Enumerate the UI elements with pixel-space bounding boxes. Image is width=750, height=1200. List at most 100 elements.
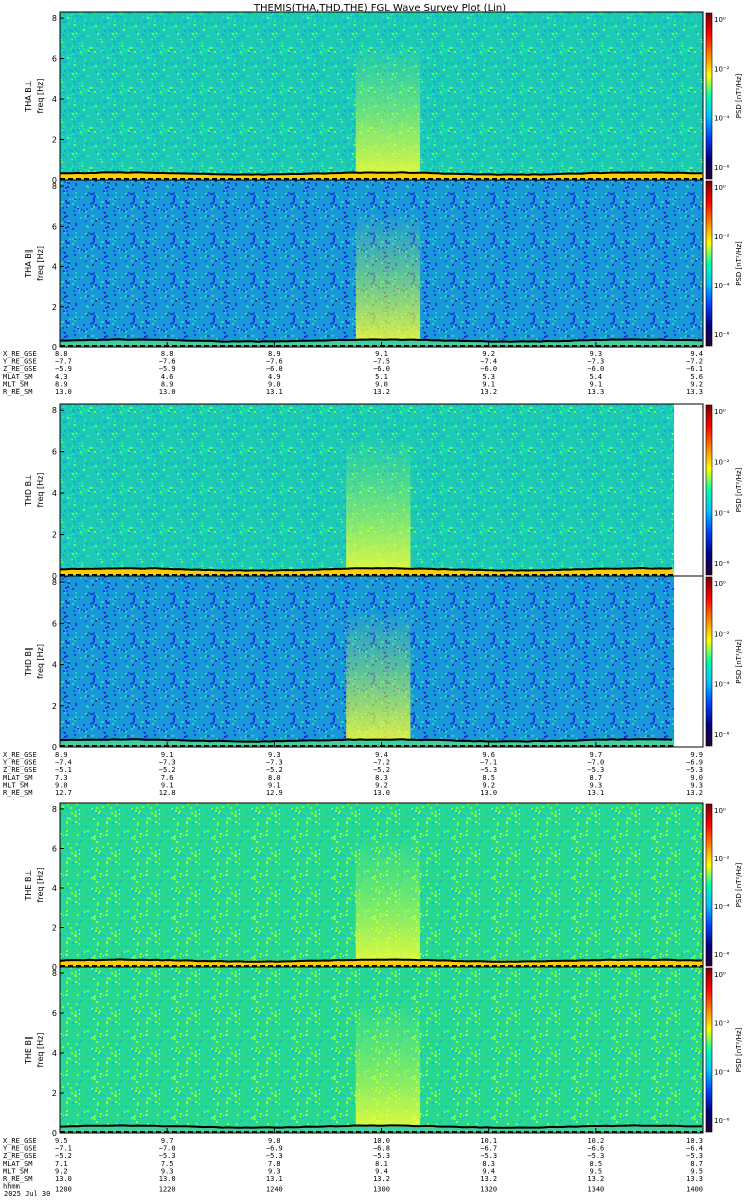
y-tick-label: 2 <box>52 303 57 312</box>
colorbar-label: PSD [nT²/Hz] <box>735 862 743 907</box>
y-tick-label: 8 <box>52 14 57 23</box>
wave-burst-region <box>355 213 421 347</box>
probe-thd-block: 02468THD B⊥ freq [Hz]10⁰10⁻²10⁻⁴10⁻⁶PSD [… <box>3 403 743 797</box>
wave-burst-region <box>346 610 411 747</box>
time-tick-label: 1320 <box>480 1186 497 1194</box>
colorbar-tick-label: 10⁻² <box>714 1020 730 1028</box>
spectrogram-panel: 02468THA B⊥ freq [Hz]10⁰10⁻²10⁻⁴10⁻⁶PSD [… <box>24 11 743 185</box>
panel-name-label: THD B∥ <box>24 647 33 677</box>
y-tick-label: 8 <box>52 578 57 587</box>
ephemeris-value: 12.8 <box>159 789 176 797</box>
colorbar-label: PSD [nT²/Hz] <box>735 467 743 512</box>
y-tick-label: 2 <box>52 136 57 145</box>
ephemeris-value: 13.1 <box>587 789 604 797</box>
colorbar: 10⁰ 10⁻² 10⁻⁴ 10⁻⁶ PSD [nT²/Hz] <box>705 404 743 576</box>
ephemeris-table: X_RE_GSE 9.5 9.7 9.8 10.0 10.1 10.2 10.3Y_RE_GS… <box>3 1137 703 1194</box>
colorbar-tick-label: 10⁰ <box>714 807 726 815</box>
y-axis-label: freq [Hz] <box>36 644 45 679</box>
date-label: 2025 Jul 30 <box>4 1190 50 1198</box>
colorbar-tick-label: 10⁻⁴ <box>714 282 730 290</box>
spectrogram-panel: 02468THA B∥ freq [Hz]10⁰10⁻²10⁻⁴10⁻⁶PSD [… <box>24 179 743 352</box>
y-tick-label: 8 <box>52 182 57 191</box>
wave-burst-region <box>355 1000 421 1133</box>
y-tick-label: 4 <box>52 263 57 272</box>
colorbar-tick-label: 10⁻² <box>714 65 730 73</box>
y-tick-label: 6 <box>52 448 57 457</box>
colorbar-scale <box>705 967 713 1133</box>
colorbar-tick-label: 10⁻⁶ <box>714 164 730 172</box>
time-tick-label: 1240 <box>266 1186 283 1194</box>
panel-name-label: THE B∥ <box>24 1036 33 1065</box>
y-tick-label: 6 <box>52 1009 57 1018</box>
ephemeris-value: 13.2 <box>480 388 497 396</box>
ephemeris-value: 13.2 <box>686 789 703 797</box>
wave-burst-region <box>346 438 411 576</box>
colorbar-tick-label: 10⁻⁴ <box>714 115 730 123</box>
colorbar-tick-label: 10⁻⁶ <box>714 1117 730 1125</box>
y-tick-label: 8 <box>52 969 57 978</box>
y-tick-label: 6 <box>52 222 57 231</box>
ephemeris-value: 13.2 <box>480 1175 497 1183</box>
time-tick-label: 1220 <box>159 1186 176 1194</box>
colorbar-scale <box>705 404 713 576</box>
y-tick-label: 8 <box>52 406 57 415</box>
ephemeris-value: 13.3 <box>686 1175 703 1183</box>
wave-burst-region <box>355 45 421 180</box>
panel-name-label: THD B⊥ <box>24 474 33 507</box>
y-axis-label: freq [Hz] <box>36 1033 45 1068</box>
ephemeris-value: 13.0 <box>55 1175 72 1183</box>
y-tick-label: 6 <box>52 844 57 853</box>
colorbar-tick-label: 10⁻⁴ <box>714 903 730 911</box>
ephemeris-value: 13.1 <box>266 1175 283 1183</box>
colorbar: 10⁰ 10⁻² 10⁻⁴ 10⁻⁶ PSD [nT²/Hz] <box>705 180 743 347</box>
y-tick-label: 8 <box>52 805 57 814</box>
colorbar: 10⁰ 10⁻² 10⁻⁴ 10⁻⁶ PSD [nT²/Hz] <box>705 967 743 1133</box>
colorbar-label: PSD [nT²/Hz] <box>735 639 743 684</box>
colorbar-tick-label: 10⁻⁶ <box>714 331 730 339</box>
ephemeris-value: 13.0 <box>480 789 497 797</box>
time-tick-label: 1300 <box>373 1186 390 1194</box>
wave-survey-figure: THEMIS(THA,THD,THE) FGL Wave Survey Plot… <box>3 3 743 1198</box>
ephemeris-table: X_RE_GSE 8.9 9.1 9.3 9.4 9.6 9.7 9.9Y_RE_GSE −7.… <box>3 751 703 797</box>
colorbar-tick-label: 10⁰ <box>714 971 726 979</box>
colorbar-tick-label: 10⁻⁴ <box>714 509 730 517</box>
y-tick-label: 4 <box>52 95 57 104</box>
y-tick-label: 4 <box>52 489 57 498</box>
y-axis-label: freq [Hz] <box>36 246 45 281</box>
colorbar-tick-label: 10⁰ <box>714 16 726 24</box>
colorbar-label: PSD [nT²/Hz] <box>735 73 743 118</box>
colorbar: 10⁰ 10⁻² 10⁻⁴ 10⁻⁶ PSD [nT²/Hz] <box>705 576 743 747</box>
ephemeris-value: 13.0 <box>373 789 390 797</box>
y-axis-label: freq [Hz] <box>36 79 45 114</box>
colorbar-tick-label: 10⁰ <box>714 184 726 192</box>
time-tick-label: 1400 <box>686 1186 703 1194</box>
spectrogram-panel: 02468THE B⊥ freq [Hz]10⁰10⁻²10⁻⁴10⁻⁶PSD [… <box>24 802 743 972</box>
y-tick-label: 2 <box>52 702 57 711</box>
ephemeris-value: 13.3 <box>587 388 604 396</box>
ephemeris-value: 13.2 <box>373 1175 390 1183</box>
ephemeris-value: 13.0 <box>159 388 176 396</box>
colorbar-scale <box>705 576 713 747</box>
ephemeris-value: 13.3 <box>686 388 703 396</box>
colorbar-tick-label: 10⁻² <box>714 630 730 638</box>
wave-burst-region <box>355 835 421 967</box>
ephemeris-value: 13.1 <box>266 388 283 396</box>
y-tick-label: 2 <box>52 1089 57 1098</box>
colorbar-tick-label: 10⁻⁶ <box>714 951 730 959</box>
colorbar-scale <box>705 180 713 347</box>
spectrogram-panel: 02468THD B⊥ freq [Hz]10⁰10⁻²10⁻⁴10⁻⁶PSD [… <box>24 403 743 581</box>
colorbar-tick-label: 10⁻⁴ <box>714 681 730 689</box>
y-tick-label: 4 <box>52 1049 57 1058</box>
colorbar: 10⁰ 10⁻² 10⁻⁴ 10⁻⁶ PSD [nT²/Hz] <box>705 12 743 180</box>
y-tick-label: 2 <box>52 923 57 932</box>
panel-name-label: THE B⊥ <box>24 869 33 901</box>
colorbar-tick-label: 10⁻⁶ <box>714 731 730 739</box>
y-axis-label: freq [Hz] <box>36 868 45 903</box>
colorbar-tick-label: 10⁻² <box>714 855 730 863</box>
colorbar-tick-label: 10⁻⁶ <box>714 560 730 568</box>
ephemeris-value: 13.2 <box>587 1175 604 1183</box>
colorbar-scale <box>705 803 713 967</box>
time-tick-label: 1200 <box>55 1186 72 1194</box>
colorbar-tick-label: 10⁰ <box>714 580 726 588</box>
colorbar-tick-label: 10⁻⁴ <box>714 1068 730 1076</box>
